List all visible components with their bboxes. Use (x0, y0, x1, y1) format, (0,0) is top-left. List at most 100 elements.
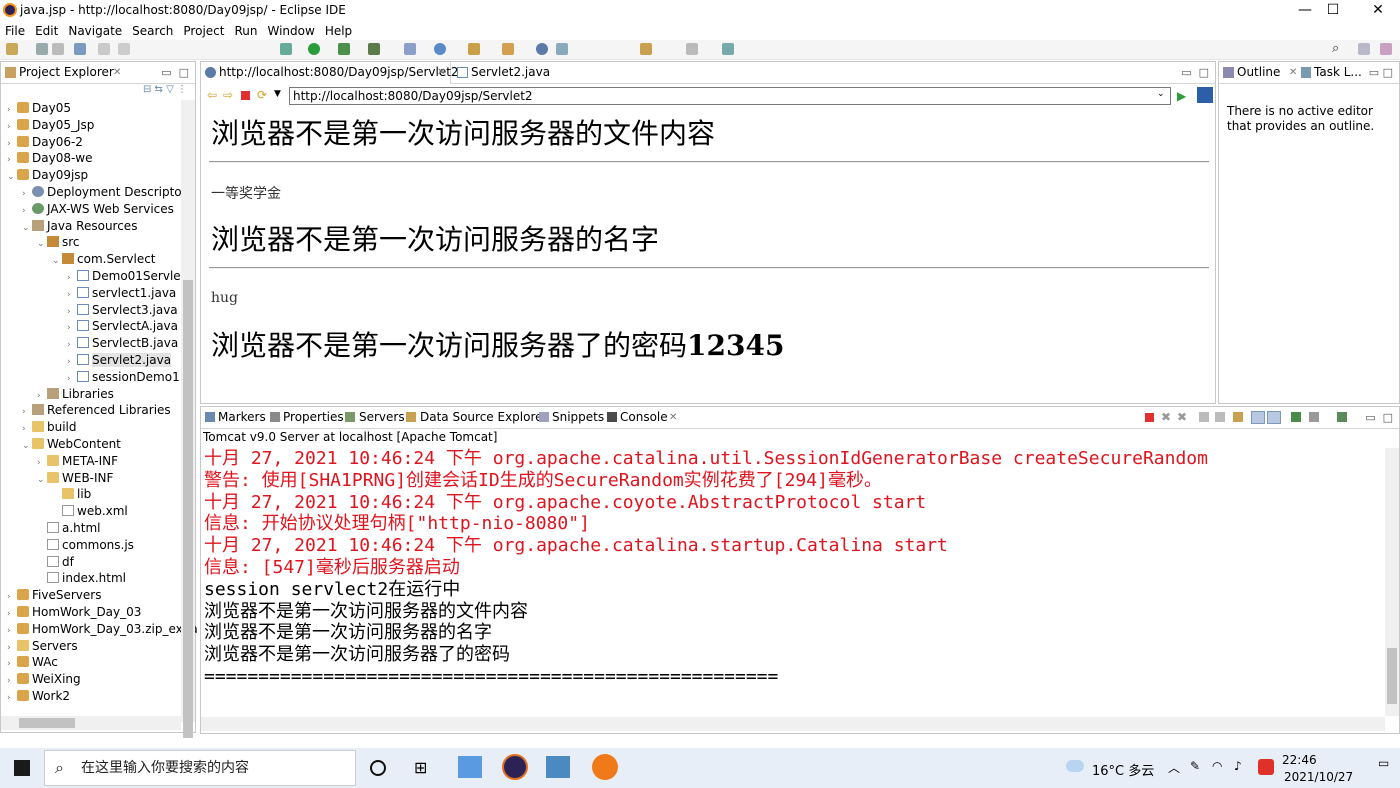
open-type-icon[interactable] (468, 43, 480, 55)
tree-item[interactable]: › WeiXing (7, 671, 81, 688)
resume-icon[interactable] (118, 43, 130, 55)
project-explorer-tab[interactable]: Project Explorer ✕ ▭ □ (1, 62, 195, 84)
task-list-tab[interactable]: Task L... (1314, 62, 1362, 83)
tree-item[interactable]: a.html (37, 520, 101, 537)
go-icon[interactable]: ▶ (1177, 89, 1186, 103)
chevron-right-icon[interactable]: › (37, 455, 47, 471)
explorer-vertical-scrollbar[interactable] (181, 100, 195, 738)
outline-minimize-maximize[interactable]: ▭ □ (1369, 62, 1393, 83)
explorer-scroll-thumb[interactable] (183, 280, 193, 738)
explorer-horizontal-scrollbar[interactable] (1, 716, 181, 730)
show-hidden-icons-icon[interactable]: ︿ (1168, 759, 1180, 776)
chevron-right-icon[interactable]: › (7, 640, 17, 656)
open-perspective-icon[interactable] (1358, 43, 1370, 55)
forward-icon[interactable] (686, 43, 698, 55)
chevron-right-icon[interactable]: › (7, 606, 17, 622)
tree-item[interactable]: › HomWork_Day_03 (7, 604, 141, 621)
tree-item[interactable]: › Demo01Servlet.j (67, 268, 193, 285)
close-tab-icon[interactable]: ✕ (437, 62, 445, 83)
tree-item[interactable]: › Servlect3.java (67, 302, 178, 319)
terminate-icon[interactable] (1145, 413, 1154, 422)
skip-breakpoints-icon[interactable] (98, 43, 110, 55)
tree-item[interactable]: lib (52, 486, 91, 503)
pin-console-icon[interactable] (1291, 412, 1301, 422)
tree-item[interactable]: ⌄ src (37, 234, 80, 251)
tree-item[interactable]: › Day05 (7, 100, 71, 117)
menu-window[interactable]: Window (262, 22, 319, 40)
console-scroll-thumb[interactable] (1387, 648, 1397, 704)
debug-icon[interactable] (280, 43, 292, 55)
annotation-icon[interactable] (556, 43, 568, 55)
menu-run[interactable]: Run (229, 22, 262, 40)
console-vertical-scrollbar[interactable] (1385, 448, 1399, 716)
chevron-down-icon[interactable]: ⌄ (22, 220, 32, 236)
tree-item[interactable]: › META-INF (37, 453, 118, 470)
tree-item[interactable]: › ServlectA.java (67, 318, 178, 335)
stop-icon[interactable] (241, 91, 250, 100)
menu-file[interactable]: File (0, 22, 30, 40)
tab-properties[interactable]: Properties (283, 407, 344, 428)
show-on-error-icon[interactable] (1267, 411, 1281, 424)
close-tab-icon[interactable]: ✕ (669, 407, 677, 428)
new-icon[interactable] (6, 43, 18, 55)
chevron-right-icon[interactable]: › (67, 320, 77, 336)
pin-editor-icon[interactable] (722, 43, 734, 55)
tree-item[interactable]: › Deployment Descriptor: (22, 184, 190, 201)
eclipse-taskbar-icon[interactable] (502, 754, 528, 780)
chevron-down-icon[interactable]: ⌄ (37, 472, 47, 488)
chevron-down-icon[interactable]: ⌄ (37, 236, 47, 252)
url-dropdown-icon[interactable]: ⌄ (1157, 89, 1165, 99)
close-button[interactable]: ✕ (1355, 0, 1400, 22)
back-icon[interactable] (640, 43, 652, 55)
app-tray-icon[interactable] (1258, 759, 1274, 775)
weather-cloud-icon[interactable] (1066, 760, 1084, 772)
editor-minimize-maximize[interactable]: ▭ □ (1181, 62, 1209, 83)
chevron-right-icon[interactable]: › (67, 270, 77, 286)
tree-item[interactable]: commons.js (37, 537, 134, 554)
tab-snippets[interactable]: Snippets (552, 407, 604, 428)
java-ee-perspective-icon[interactable] (1380, 43, 1392, 55)
terminal-icon[interactable] (74, 43, 86, 55)
remove-launch-icon[interactable]: ✖ (1161, 407, 1171, 428)
tree-item[interactable]: df (37, 554, 74, 571)
chevron-right-icon[interactable]: › (67, 371, 77, 387)
chevron-right-icon[interactable]: › (7, 136, 17, 152)
tree-item[interactable]: ⌄ WEB-INF (37, 470, 113, 487)
tree-item[interactable]: › sessionDemo1.ja (67, 369, 194, 386)
remove-all-icon[interactable]: ✖ (1177, 407, 1187, 428)
tree-item[interactable]: › Day05_Jsp (7, 117, 94, 134)
show-on-output-icon[interactable] (1251, 411, 1265, 424)
url-input[interactable]: http://localhost:8080/Day09jsp/Servlet2 (289, 87, 1171, 105)
tree-item[interactable]: web.xml (52, 503, 128, 520)
tree-item[interactable]: › Servers (7, 638, 78, 655)
tree-item[interactable]: ⌄ Day09jsp (7, 167, 88, 184)
tree-item[interactable]: ⌄ Java Resources (22, 218, 137, 235)
scroll-lock-icon[interactable] (1215, 412, 1225, 422)
link-editor-icon[interactable]: ⇆ (155, 84, 163, 95)
display-console-icon[interactable] (1309, 412, 1319, 422)
forward-icon[interactable]: ⇨ (223, 88, 233, 102)
tree-item[interactable]: › Libraries (37, 386, 114, 403)
refresh-icon[interactable]: ⟳ (257, 88, 267, 102)
console-minimize-maximize[interactable]: ▭ □ (1365, 407, 1393, 428)
word-wrap-icon[interactable] (1233, 412, 1243, 422)
tree-item[interactable]: ⌄ WebContent (22, 436, 121, 453)
search-icon[interactable]: ⌕ (1332, 42, 1344, 55)
chevron-right-icon[interactable]: › (7, 119, 17, 135)
menu-search[interactable]: Search (127, 22, 178, 40)
task-view-icon[interactable]: ⊞ (414, 758, 427, 777)
chevron-right-icon[interactable]: › (7, 656, 17, 672)
tab-servers[interactable]: Servers (359, 407, 405, 428)
clear-console-icon[interactable] (1199, 412, 1209, 422)
view-minimize-maximize[interactable]: ▭ □ (161, 62, 189, 83)
chevron-right-icon[interactable]: › (22, 203, 32, 219)
chevron-down-icon[interactable]: ⌄ (22, 438, 32, 454)
notification-icon[interactable]: ▭ (1378, 756, 1389, 770)
chevron-right-icon[interactable]: › (7, 690, 17, 706)
outline-tab[interactable]: Outline (1237, 62, 1280, 83)
new-java-project-icon[interactable] (434, 43, 446, 55)
web-browser-icon[interactable] (536, 43, 548, 55)
coverage-icon[interactable] (338, 43, 350, 55)
tree-item[interactable]: › FiveServers (7, 587, 101, 604)
cortana-icon[interactable] (370, 760, 386, 776)
